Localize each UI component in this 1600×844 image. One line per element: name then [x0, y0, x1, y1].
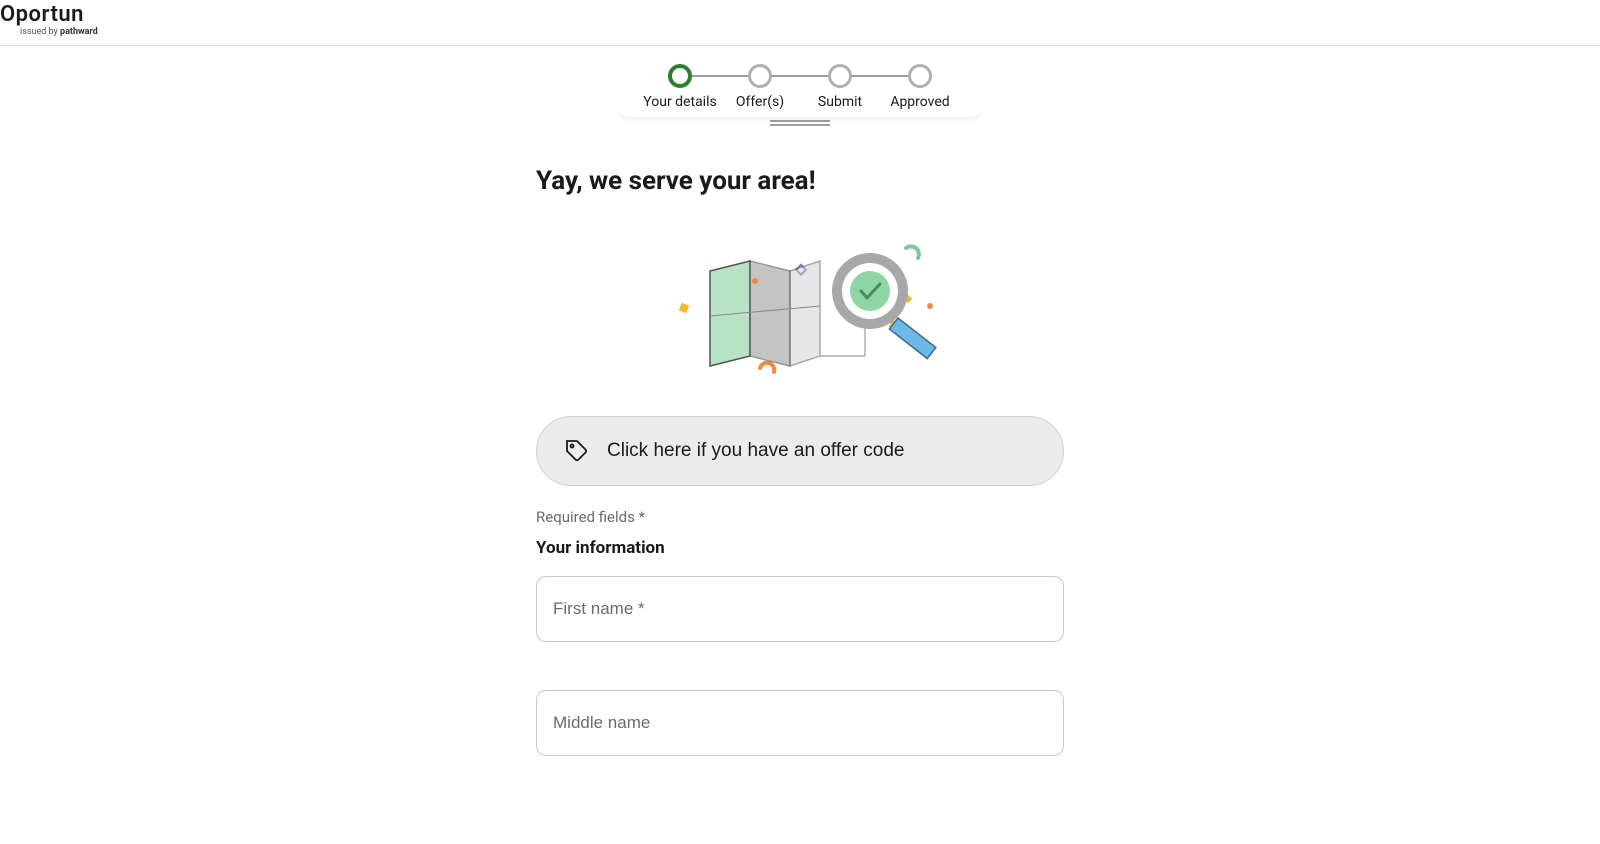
step-label: Submit: [818, 94, 862, 110]
required-fields-note: Required fields *: [536, 508, 1064, 526]
offer-code-button[interactable]: Click here if you have an offer code: [536, 416, 1064, 486]
step-your-details: Your details: [640, 64, 720, 110]
step-label: Approved: [890, 94, 949, 110]
step-circle-icon: [748, 64, 772, 88]
map-icon: [710, 261, 820, 366]
step-label: Your details: [643, 94, 716, 110]
step-circle-icon: [668, 64, 692, 88]
step-label: Offer(s): [736, 94, 784, 110]
logo-brand-name: Oportun: [0, 4, 1600, 26]
step-circle-icon: [908, 64, 932, 88]
your-information-heading: Your information: [536, 538, 1064, 558]
logo-tagline: issued by pathward: [0, 27, 1600, 37]
step-submit: Submit: [800, 64, 880, 110]
area-served-illustration: [536, 236, 1064, 386]
stepper-drag-handle[interactable]: [770, 120, 830, 126]
tag-icon: [565, 439, 589, 463]
step-circle-icon: [828, 64, 852, 88]
logo: Oportun issued by pathward: [0, 4, 1600, 37]
offer-code-label: Click here if you have an offer code: [607, 440, 905, 462]
map-magnifier-illustration-icon: [650, 236, 950, 386]
page-title: Yay, we serve your area!: [536, 166, 1064, 196]
progress-stepper: Your details Offer(s) Submit Approved: [0, 46, 1600, 116]
magnifier-icon: [832, 253, 936, 359]
step-approved: Approved: [880, 64, 960, 110]
step-offers: Offer(s): [720, 64, 800, 110]
main-content: Yay, we serve your area!: [536, 126, 1064, 844]
app-header: Oportun issued by pathward: [0, 0, 1600, 46]
first-name-field[interactable]: [536, 576, 1064, 642]
middle-name-field[interactable]: [536, 690, 1064, 756]
